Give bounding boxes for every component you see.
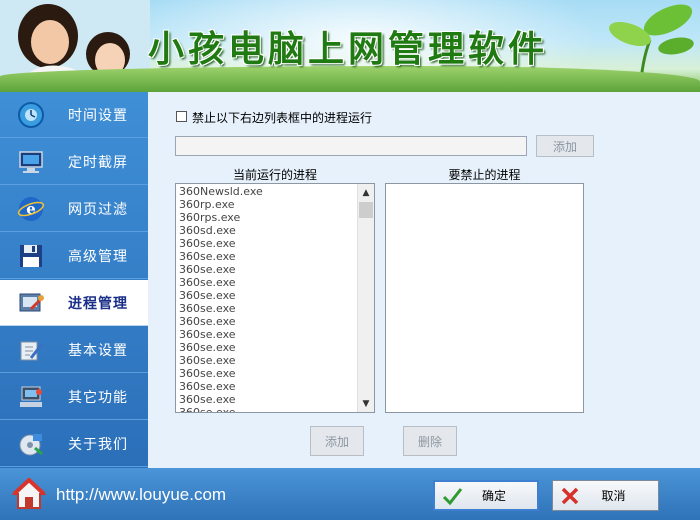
scroll-down-arrow-icon[interactable]: ▼ <box>358 395 374 412</box>
running-process-item[interactable]: 360sd.exe <box>176 224 358 237</box>
app-title: 小孩电脑上网管理软件 <box>148 28 549 70</box>
running-process-item[interactable]: 360se.exe <box>176 276 358 289</box>
sidebar-item-advanced-management[interactable]: 高级管理 <box>0 233 148 279</box>
sidebar-item-label: 进程管理 <box>68 295 128 312</box>
clock-globe-icon <box>16 100 46 130</box>
running-process-item[interactable]: 360se.exe <box>176 406 358 412</box>
cancel-button[interactable]: 取消 <box>552 480 659 511</box>
running-process-item[interactable]: 360se.exe <box>176 380 358 393</box>
add-process-button[interactable]: 添加 <box>536 135 594 157</box>
sidebar-item-label: 基本设置 <box>68 342 128 359</box>
sidebar-item-label: 时间设置 <box>68 107 128 124</box>
footer-bar: http://www.louyue.com 确定 取消 <box>0 468 700 520</box>
running-process-item[interactable]: 360se.exe <box>176 341 358 354</box>
sidebar-item-other-functions[interactable]: 其它功能 <box>0 374 148 420</box>
sidebar-item-label: 其它功能 <box>68 389 128 406</box>
blocked-processes-heading: 要禁止的进程 <box>448 168 521 182</box>
sidebar-item-label: 关于我们 <box>68 436 128 453</box>
ok-button-label: 确定 <box>481 489 506 503</box>
running-process-item[interactable]: 360se.exe <box>176 367 358 380</box>
about-disc-icon <box>16 429 46 459</box>
sidebar-item-web-filter[interactable]: e 网页过滤 <box>0 186 148 232</box>
running-process-item[interactable]: 360Newsld.exe <box>176 185 358 198</box>
sidebar-item-scheduled-screenshot[interactable]: 定时截屏 <box>0 139 148 185</box>
running-process-item[interactable]: 360se.exe <box>176 393 358 406</box>
sidebar-item-time-settings[interactable]: 时间设置 <box>0 92 148 138</box>
settings-pen-icon <box>16 335 46 365</box>
sidebar-item-label: 定时截屏 <box>68 154 128 171</box>
running-process-item[interactable]: 360se.exe <box>176 289 358 302</box>
cancel-button-label: 取消 <box>601 489 626 503</box>
checkmark-icon <box>442 487 463 505</box>
ok-button[interactable]: 确定 <box>433 480 539 511</box>
blocked-processes-list[interactable] <box>385 183 584 413</box>
sidebar-item-process-management[interactable]: 进程管理 <box>0 280 150 326</box>
running-process-item[interactable]: 360se.exe <box>176 354 358 367</box>
running-process-item[interactable]: 360se.exe <box>176 250 358 263</box>
running-processes-heading: 当前运行的进程 <box>232 168 317 182</box>
running-process-item[interactable]: 360se.exe <box>176 263 358 276</box>
running-process-item[interactable]: 360se.exe <box>176 302 358 315</box>
add-to-blocked-button[interactable]: 添加 <box>310 426 364 456</box>
process-tools-icon <box>16 288 46 318</box>
computer-tools-icon <box>16 382 46 412</box>
scroll-up-arrow-icon[interactable]: ▲ <box>358 184 374 201</box>
scroll-thumb[interactable] <box>359 202 373 218</box>
process-management-panel: 禁止以下右边列表框中的进程运行 添加 当前运行的进程 要禁止的进程 360New… <box>148 92 700 468</box>
monitor-screenshot-icon <box>16 147 46 177</box>
running-process-item[interactable]: 360rps.exe <box>176 211 358 224</box>
home-icon <box>12 478 46 509</box>
process-name-input[interactable] <box>175 136 527 156</box>
block-processes-checkbox[interactable] <box>176 111 187 122</box>
browser-e-icon: e <box>16 194 46 224</box>
sidebar-item-label: 网页过滤 <box>68 201 128 218</box>
delete-from-blocked-button[interactable]: 删除 <box>403 426 457 456</box>
sidebar-item-about-us[interactable]: 关于我们 <box>0 421 148 467</box>
sidebar: 时间设置 定时截屏 e 网页过滤 高级管理 进程管理 基本设置 其它功能 关于我… <box>0 92 150 468</box>
app-banner: 小孩电脑上网管理软件 <box>0 0 700 92</box>
sidebar-item-label: 高级管理 <box>68 248 128 265</box>
running-process-item[interactable]: 360se.exe <box>176 237 358 250</box>
running-process-item[interactable]: 360se.exe <box>176 328 358 341</box>
running-process-item[interactable]: 360se.exe <box>176 315 358 328</box>
running-list-scrollbar[interactable]: ▲ ▼ <box>357 184 374 412</box>
block-processes-label: 禁止以下右边列表框中的进程运行 <box>192 111 373 125</box>
running-processes-items: 360Newsld.exe 360rp.exe 360rps.exe 360sd.ex… <box>176 185 358 412</box>
floppy-disk-icon <box>16 241 46 271</box>
sidebar-item-basic-settings[interactable]: 基本设置 <box>0 327 148 373</box>
running-processes-list[interactable]: 360Newsld.exe 360rp.exe 360rps.exe 360sd.ex… <box>175 183 375 413</box>
running-process-item[interactable]: 360rp.exe <box>176 198 358 211</box>
website-url: http://www.louyue.com <box>56 485 227 504</box>
close-icon <box>561 487 579 504</box>
